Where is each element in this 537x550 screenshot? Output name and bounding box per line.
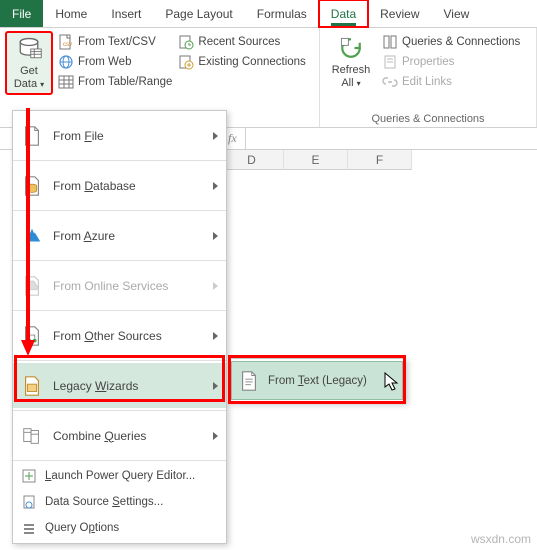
- pq-editor-icon: [21, 468, 37, 484]
- edit-links-icon: [382, 74, 398, 90]
- submenu-from-text-legacy[interactable]: From Text (Legacy): [231, 361, 403, 400]
- menu-legacy-wizards[interactable]: Legacy Wizards: [13, 363, 226, 408]
- text-file-icon: csv: [58, 34, 74, 50]
- col-D[interactable]: D: [220, 150, 284, 170]
- chevron-right-icon: [213, 132, 218, 140]
- menu-from-online-services-label: From Online Services: [53, 279, 213, 293]
- menu-from-online-services: From Online Services: [13, 263, 226, 308]
- properties-icon: [382, 54, 398, 70]
- tab-data[interactable]: Data: [319, 0, 368, 27]
- menu-query-options-label: Query Options: [45, 522, 218, 534]
- get-data-label2: Data: [14, 78, 37, 90]
- from-web-button[interactable]: From Web: [58, 54, 172, 70]
- menu-from-azure[interactable]: From Azure: [13, 213, 226, 258]
- col-F[interactable]: F: [348, 150, 412, 170]
- get-data-button[interactable]: Get Data ▾: [6, 32, 52, 94]
- group-queries-connections: Refresh All ▾ Queries & Connections Prop…: [320, 28, 537, 127]
- menu-combine-queries-label: Combine Queries: [53, 429, 213, 443]
- menu-from-azure-label: From Azure: [53, 229, 213, 243]
- recent-sources-label: Recent Sources: [198, 36, 280, 48]
- options-icon: [21, 520, 37, 536]
- edit-links-button: Edit Links: [382, 74, 520, 90]
- legacy-wizards-submenu: From Text (Legacy): [228, 358, 406, 403]
- database-icon: [15, 35, 43, 63]
- get-data-label1: Get: [20, 65, 38, 78]
- formula-input[interactable]: [245, 128, 537, 149]
- menu-from-other-sources-label: From Other Sources: [53, 329, 213, 343]
- edit-links-label: Edit Links: [402, 76, 452, 88]
- chevron-right-icon: [213, 232, 218, 240]
- svg-text:csv: csv: [63, 42, 72, 48]
- recent-icon: [178, 34, 194, 50]
- tab-formulas[interactable]: Formulas: [245, 0, 319, 27]
- menu-combine-queries[interactable]: Combine Queries: [13, 413, 226, 458]
- from-table-range-button[interactable]: From Table/Range: [58, 74, 172, 90]
- chevron-right-icon: [213, 332, 218, 340]
- menu-from-file-label: From File: [53, 129, 213, 143]
- tab-file[interactable]: File: [0, 0, 43, 27]
- tab-insert[interactable]: Insert: [99, 0, 153, 27]
- from-text-csv-button[interactable]: csv From Text/CSV: [58, 34, 172, 50]
- legacy-file-icon: [21, 375, 43, 397]
- refresh-all-button[interactable]: Refresh All ▾: [326, 32, 376, 92]
- existing-connections-button[interactable]: Existing Connections: [178, 54, 305, 70]
- chevron-right-icon: [213, 282, 218, 290]
- refresh-label2: All: [341, 77, 353, 89]
- from-text-csv-label: From Text/CSV: [78, 36, 156, 48]
- chevron-right-icon: [213, 432, 218, 440]
- chevron-right-icon: [213, 382, 218, 390]
- group-qc-title: Queries & Connections: [326, 111, 530, 125]
- combine-icon: [21, 425, 43, 447]
- get-data-menu: From File From Database From Azure From …: [12, 110, 227, 544]
- menu-from-database[interactable]: From Database: [13, 163, 226, 208]
- menu-from-other-sources[interactable]: From Other Sources: [13, 313, 226, 358]
- connections-icon: [178, 54, 194, 70]
- from-web-label: From Web: [78, 56, 131, 68]
- submenu-from-text-legacy-label: From Text (Legacy): [268, 375, 367, 387]
- menu-from-database-label: From Database: [53, 179, 213, 193]
- menu-data-source-settings[interactable]: Data Source Settings...: [13, 489, 226, 515]
- queries-icon: [382, 34, 398, 50]
- globe-icon: [58, 54, 74, 70]
- menu-launch-pqe-label: Launch Power Query Editor...: [45, 470, 218, 482]
- text-file-icon: [238, 370, 260, 392]
- annotation-arrow-icon: [19, 108, 37, 358]
- refresh-icon: [337, 34, 365, 62]
- menu-from-file[interactable]: From File: [13, 113, 226, 158]
- properties-button: Properties: [382, 54, 520, 70]
- watermark: wsxdn.com: [471, 532, 531, 546]
- tab-view[interactable]: View: [432, 0, 482, 27]
- queries-connections-label: Queries & Connections: [402, 36, 520, 48]
- tab-review[interactable]: Review: [368, 0, 431, 27]
- menu-query-options[interactable]: Query Options: [13, 515, 226, 541]
- data-source-icon: [21, 494, 37, 510]
- recent-sources-button[interactable]: Recent Sources: [178, 34, 305, 50]
- menu-legacy-wizards-label: Legacy Wizards: [53, 379, 213, 393]
- mouse-cursor-icon: [384, 372, 400, 392]
- col-E[interactable]: E: [284, 150, 348, 170]
- properties-label: Properties: [402, 56, 454, 68]
- menu-launch-power-query-editor[interactable]: Launch Power Query Editor...: [13, 463, 226, 489]
- tab-home[interactable]: Home: [43, 0, 99, 27]
- chevron-right-icon: [213, 182, 218, 190]
- from-table-range-label: From Table/Range: [78, 76, 172, 88]
- menu-dss-label: Data Source Settings...: [45, 496, 218, 508]
- refresh-label1: Refresh: [332, 64, 371, 77]
- existing-connections-label: Existing Connections: [198, 56, 305, 68]
- table-icon: [58, 74, 74, 90]
- tab-data-label: Data: [331, 7, 356, 21]
- queries-connections-button[interactable]: Queries & Connections: [382, 34, 520, 50]
- tab-page-layout[interactable]: Page Layout: [153, 0, 244, 27]
- column-headers: D E F: [220, 150, 412, 170]
- ribbon-tabs: File Home Insert Page Layout Formulas Da…: [0, 0, 537, 28]
